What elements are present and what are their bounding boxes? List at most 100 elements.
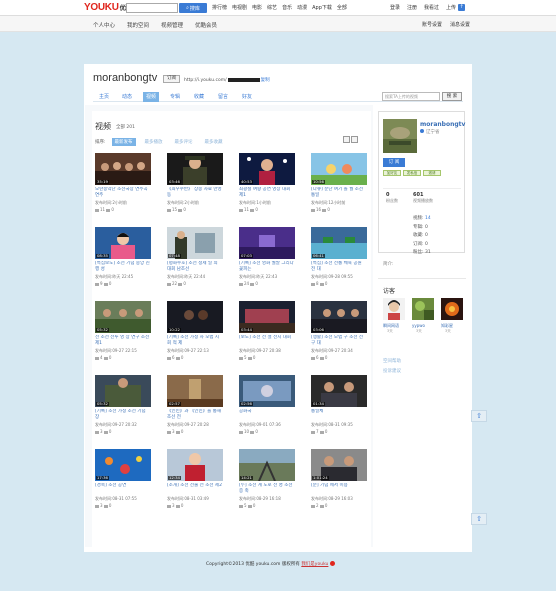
tab-videos[interactable]: 视频 xyxy=(143,92,159,102)
youku-logo[interactable]: YOUKU优酷 xyxy=(84,2,131,13)
video-title-link[interactable]: [두] 조선 계 도로 전 명 조선 증 축 xyxy=(239,483,295,495)
video-card[interactable]: 05:32 선 조선 전투 영 상 연구 조선 제1 发布时间:09-27 22:1… xyxy=(95,301,151,381)
video-card[interactable]: 03:44 [보도] 조선 전 설 전시 대회 发布时间:09-27 20:38 5 … xyxy=(239,301,295,381)
copy-url-link[interactable]: 复制 xyxy=(261,78,270,83)
invite-button[interactable]: 邀请 xyxy=(423,170,441,176)
channel-subscribe-button[interactable]: 订阅 xyxy=(163,75,180,83)
top-nav-item[interactable]: 动漫 xyxy=(297,4,307,11)
account-settings-link[interactable]: 账号设置 xyxy=(422,21,442,28)
top-nav-item[interactable]: 综艺 xyxy=(267,4,277,11)
scroll-top-button[interactable]: ⇧ xyxy=(471,410,487,422)
tab-activity[interactable]: 动态 xyxy=(119,92,135,102)
profile-name[interactable]: moranbongtv xyxy=(420,121,465,128)
video-title-link[interactable]: [다큐] 분단 여기 돌 월 조선 통일 xyxy=(311,187,367,199)
footer-link[interactable]: 我们是youku xyxy=(301,562,328,567)
video-card[interactable]: 40:53 최광철 여왕 공연 영상 대회 제1 发布时间:1小时前 11 0 xyxy=(239,153,295,233)
video-thumbnail[interactable]: 02:57 xyxy=(167,375,223,407)
subnav-my-space[interactable]: 我的空间 xyxy=(127,21,149,29)
video-thumbnail[interactable]: 35:19 xyxy=(95,153,151,185)
video-card[interactable]: 02:56 공화국 发布时间:09-01 07:36 10 0 xyxy=(239,375,295,455)
sort-newest[interactable]: 最新发布 xyxy=(111,138,136,146)
visitor-item[interactable]: yypwo 3天 xyxy=(412,298,434,338)
video-card[interactable]: 07:03 [기록] 조선 영화 월말 그리다 꽃피는 发布时间:昨天 22:43 2… xyxy=(239,227,295,307)
tab-favorites[interactable]: 收藏 xyxy=(191,92,207,102)
video-title-link[interactable]: [보도] 조선 전 설 전시 대회 xyxy=(239,335,295,341)
sort-most-comments[interactable]: 最多评论 xyxy=(172,138,196,146)
send-message-button[interactable]: 发私信 xyxy=(403,170,421,176)
tab-friends[interactable]: 好友 xyxy=(239,92,255,102)
tab-home[interactable]: 主页 xyxy=(96,92,112,102)
visitor-item[interactable]: 知彩星 3天 xyxy=(441,298,463,338)
video-title-link[interactable]: 최광철 여왕 공연 영상 대회 제1 xyxy=(239,187,295,199)
video-title-link[interactable]: [기록] 조선 가정 조선 기념 장 xyxy=(95,409,151,421)
video-title-link[interactable]: [경축] 조선 공연 xyxy=(95,483,151,489)
video-title-link[interactable]: 《최우수반》 상봉 자료 만영 동 xyxy=(167,187,223,199)
subnav-vip[interactable]: 优酷会员 xyxy=(195,21,217,29)
video-card[interactable]: 06:41 [특집] 조선 전통 체육 공원 전 대 发布时间:09-28 09:5… xyxy=(311,227,367,307)
video-thumbnail[interactable]: 03:44 xyxy=(239,301,295,333)
video-title-link[interactable]: 공화국 xyxy=(239,409,295,415)
grid-view-icon[interactable] xyxy=(343,136,350,143)
video-title-link[interactable]: [특집] 조선 전통 체육 공원 전 대 xyxy=(311,261,367,273)
tab-messages[interactable]: 留言 xyxy=(215,92,231,102)
video-thumbnail[interactable]: 07:03 xyxy=(239,227,295,259)
video-card[interactable]: 10:56 [다큐] 분단 여기 돌 월 조선 통일 发布时间:12小时前 16 0 xyxy=(311,153,367,233)
video-card[interactable]: 02:57 《인민》과 《인민》을 통해 조선 전 发布时间:09-27 20:28… xyxy=(167,375,223,455)
video-card[interactable]: 35:19 모란봉악단 조선국장 연주곡 연주 发布时间:2小时前 11 0 xyxy=(95,153,151,233)
video-card[interactable]: 01:34 통일체 发布时间:08-31 09:35 7 0 xyxy=(311,375,367,455)
video-thumbnail[interactable]: 08:35 xyxy=(95,227,151,259)
profile-subscribe-button[interactable]: 订 阅 xyxy=(383,158,405,167)
video-thumbnail[interactable]: 40:53 xyxy=(239,153,295,185)
upload-link[interactable]: 上传 ↑ xyxy=(446,4,466,11)
video-card[interactable]: 08:35 [특집보도] 조선 기념 중앙 진행 성 发布时间:昨天 22:45 9 … xyxy=(95,227,151,307)
video-thumbnail[interactable]: 10:56 xyxy=(311,153,367,185)
video-thumbnail[interactable]: 06:41 xyxy=(311,227,367,259)
message-settings-link[interactable]: 消息设置 xyxy=(450,21,470,28)
video-title-link[interactable]: 《인민》과 《인민》을 통해 조선 전 xyxy=(167,409,223,421)
scroll-top-button[interactable]: ⇧ xyxy=(471,513,487,525)
video-thumbnail[interactable]: 03:06 xyxy=(311,301,367,333)
list-view-icon[interactable] xyxy=(351,136,358,143)
video-thumbnail[interactable]: 17:36 xyxy=(95,449,151,481)
video-thumbnail[interactable]: 1:01:24 xyxy=(311,449,367,481)
video-card[interactable]: 1:01:24 [분] 기념 에서 이용 发布时间:08-29 16:03 2 0 xyxy=(311,449,367,529)
video-title-link[interactable]: [분] 기념 에서 이용 xyxy=(311,483,367,489)
subnav-video-manage[interactable]: 视频管理 xyxy=(161,21,183,29)
video-thumbnail[interactable]: 03:46 xyxy=(167,153,223,185)
global-search-input[interactable] xyxy=(126,3,178,13)
top-nav-item[interactable]: 音乐 xyxy=(282,4,292,11)
feedback-link[interactable]: 投诉建议 xyxy=(383,368,401,374)
video-card[interactable]: 10:22 [기록] 조선 가정 사 모범 지회 적 제 发布时间:09-27 22… xyxy=(167,301,223,381)
channel-search-button[interactable]: 搜 索 xyxy=(442,92,462,101)
top-nav-item[interactable]: 电影 xyxy=(252,4,262,11)
video-thumbnail[interactable]: 07:48 xyxy=(167,227,223,259)
subnav-personal-center[interactable]: 个人中心 xyxy=(93,21,115,29)
add-friend-button[interactable]: 加好友 xyxy=(383,170,401,176)
sort-most-played[interactable]: 最多播放 xyxy=(142,138,166,146)
video-thumbnail[interactable]: 05:32 xyxy=(95,375,151,407)
video-thumbnail[interactable]: 10:22 xyxy=(167,301,223,333)
video-card[interactable]: 07:48 [평화수호] 조선 정세 일 의 대회 남조선 发布时间:昨天 22:4… xyxy=(167,227,223,307)
video-thumbnail[interactable]: 12:34 xyxy=(167,449,223,481)
tab-albums[interactable]: 专辑 xyxy=(167,92,183,102)
register-link[interactable]: 注册 xyxy=(407,4,417,11)
top-nav-item[interactable]: 电视剧 xyxy=(232,4,247,11)
video-title-link[interactable]: [기록] 조선 가정 사 모범 지회 적 제 xyxy=(167,335,223,347)
channel-search-input[interactable]: 搜索TA上传的视频 xyxy=(382,92,440,101)
video-title-link[interactable]: [평화수호] 조선 정세 일 의 대회 남조선 xyxy=(167,261,223,273)
video-card[interactable]: 12:34 [소개] 조선 선물 전 조선 제2 发布时间:08-31 03:49 3… xyxy=(167,449,223,529)
video-title-link[interactable]: [생활] 조선 모범 구 조선 전 구 대 xyxy=(311,335,367,347)
top-nav-item[interactable]: App下载 xyxy=(312,4,332,11)
login-link[interactable]: 登录 xyxy=(390,4,400,11)
video-title-link[interactable]: [기록] 조선 영화 월말 그리다 꽃피는 xyxy=(239,261,295,273)
count-videos[interactable]: 视频: 14 xyxy=(413,215,431,224)
help-link[interactable]: 空间帮助 xyxy=(383,358,401,364)
video-card[interactable]: 17:36 [경축] 조선 공연 发布时间:08-31 07:55 3 0 xyxy=(95,449,151,529)
global-search-button[interactable]: ⌕ 搜库 xyxy=(179,3,207,13)
video-thumbnail[interactable]: 14:21 xyxy=(239,449,295,481)
video-thumbnail[interactable]: 01:34 xyxy=(311,375,367,407)
video-title-link[interactable]: 선 조선 전투 영 상 연구 조선 제1 xyxy=(95,335,151,347)
video-title-link[interactable]: [특집보도] 조선 기념 중앙 진행 성 xyxy=(95,261,151,273)
video-title-link[interactable]: 모란봉악단 조선국장 연주곡 연주 xyxy=(95,187,151,199)
visitor-item[interactable]: 瞬间网语 3天 xyxy=(383,298,405,338)
